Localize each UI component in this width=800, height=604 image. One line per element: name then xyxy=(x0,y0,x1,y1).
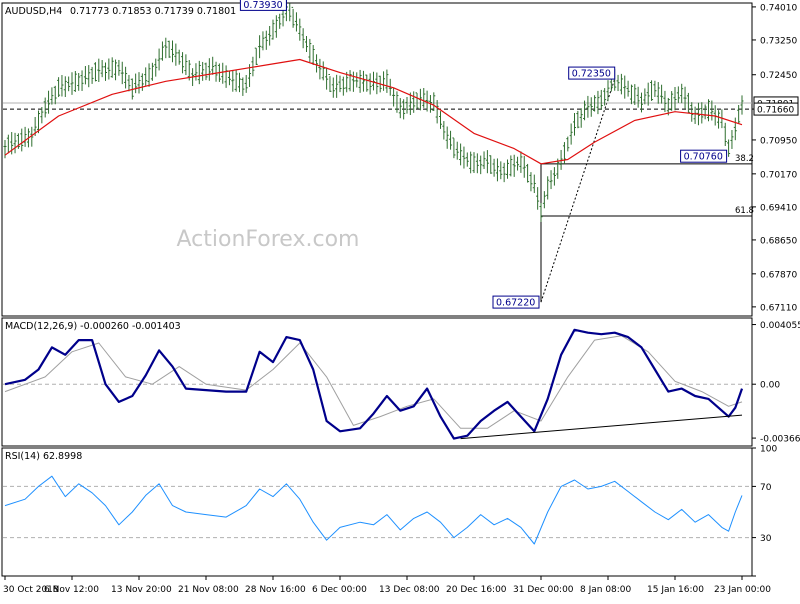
price-y-tick-label: 0.70950 xyxy=(760,136,797,146)
rsi-y-tick-label: 30 xyxy=(760,534,772,544)
x-tick-label: 21 Nov 08:00 xyxy=(178,585,239,595)
chart-container: ActionForex.com 0.74010 0.73250 0.72450 0.7… xyxy=(0,0,800,600)
price-y-tick-label: 0.74010 xyxy=(760,3,797,13)
price-callout-label: 0.73930 xyxy=(243,0,282,11)
fib-level-label: 61.8 xyxy=(735,206,754,216)
price-last-quote: 0.71773 0.71853 0.71739 0.71801 xyxy=(70,6,236,17)
macd-panel-label: MACD(12,26,9) -0.000260 -0.001403 xyxy=(5,321,181,332)
x-tick-label: 6 Dec 00:00 xyxy=(312,585,367,595)
price-y-tick-label: 0.67870 xyxy=(760,270,797,280)
macd-y-tick-label: 0.004055 xyxy=(760,321,800,331)
x-tick-label: 13 Dec 08:00 xyxy=(379,585,440,595)
price-callout-label: 0.70760 xyxy=(684,152,723,163)
price-y-tick-label: 0.67110 xyxy=(760,303,797,313)
x-tick-label: 20 Dec 16:00 xyxy=(446,585,507,595)
x-tick-label: 6 Nov 12:00 xyxy=(44,585,99,595)
watermark: ActionForex.com xyxy=(177,227,360,252)
price-y-tick-label: 0.73250 xyxy=(760,36,797,46)
price-marker-label: 0.71660 xyxy=(757,106,794,116)
fib-level-label: 38.2 xyxy=(735,154,754,164)
x-tick-label: 8 Jan 08:00 xyxy=(580,585,632,595)
audusd-chart: ActionForex.com 0.74010 0.73250 0.72450 0.7… xyxy=(0,0,800,600)
macd-y-tick-label: -0.003662 xyxy=(760,435,800,445)
price-y-tick-label: 0.70170 xyxy=(760,170,797,180)
price-y-tick-label: 0.69410 xyxy=(760,203,797,213)
price-y-tick-label: 0.68650 xyxy=(760,236,797,246)
x-tick-label: 23 Jan 00:00 xyxy=(714,585,771,595)
price-callout-label: 0.67220 xyxy=(496,298,535,309)
price-callout-label: 0.72350 xyxy=(572,69,611,80)
macd-y-tick-label: 0.00 xyxy=(760,381,780,391)
rsi-y-tick-label: 70 xyxy=(760,483,772,493)
price-panel-label: AUDUSD,H4 xyxy=(5,6,62,17)
rsi-panel-label: RSI(14) 62.8998 xyxy=(5,451,82,462)
price-y-tick-label: 0.72450 xyxy=(760,71,797,81)
rsi-y-tick-label: 100 xyxy=(760,445,777,455)
x-tick-label: 13 Nov 20:00 xyxy=(111,585,172,595)
x-tick-label: 15 Jan 16:00 xyxy=(647,585,704,595)
x-tick-label: 31 Dec 00:00 xyxy=(513,585,574,595)
x-tick-label: 28 Nov 16:00 xyxy=(245,585,306,595)
